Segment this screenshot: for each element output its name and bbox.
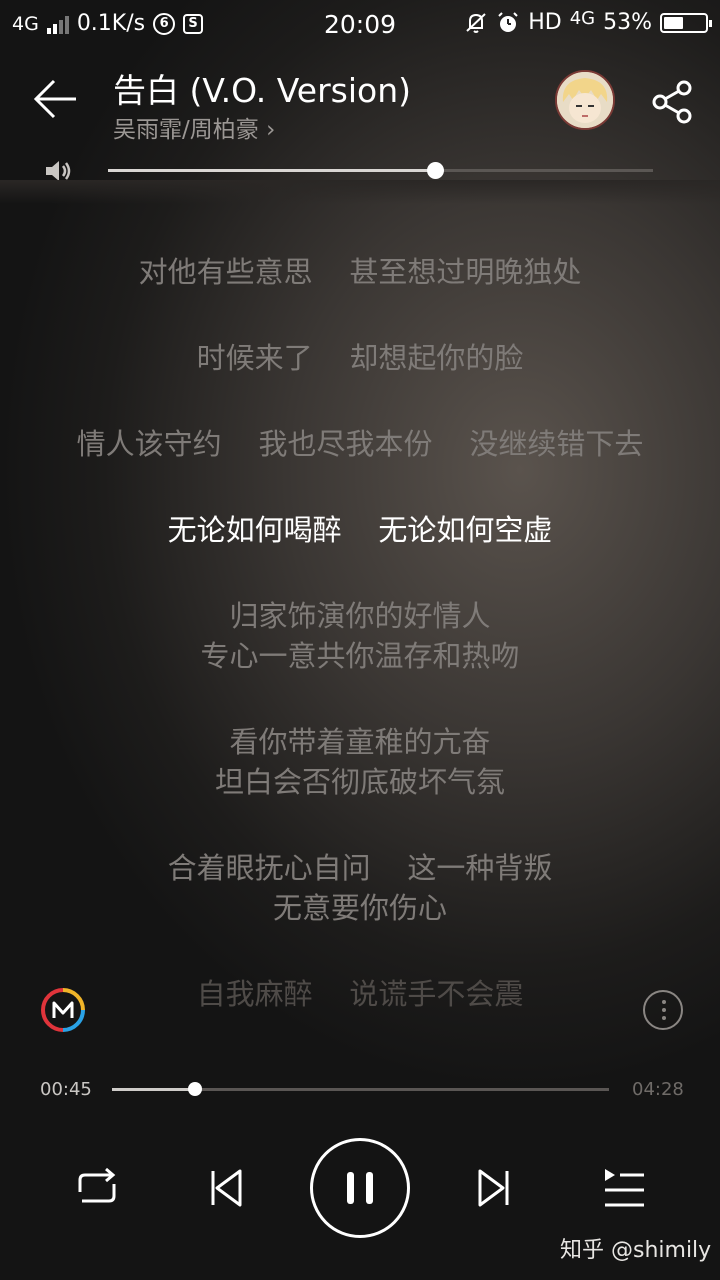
total-time: 04:28 [632, 1079, 684, 1100]
status-bar: 4G 0.1K/s 6 S 20:09 HD 4G 53% [0, 0, 720, 50]
artist-name: 吴雨霏/周柏豪 [113, 117, 259, 143]
lyric-line: 自我麻醉 说谎手不会震 [196, 977, 524, 1011]
volume-slider[interactable] [108, 162, 653, 179]
pause-icon [347, 1172, 373, 1204]
next-track-icon[interactable] [476, 1168, 512, 1208]
volume-fill [108, 169, 435, 172]
lyric-line: 归家饰演你的好情人 [229, 599, 491, 633]
current-time: 00:45 [40, 1079, 92, 1100]
lyric-line: 看你带着童稚的亢奋 [229, 725, 491, 759]
more-options-button[interactable] [643, 990, 683, 1030]
progress-knob[interactable] [188, 1082, 203, 1096]
chevron-right-icon: › [266, 117, 276, 143]
avatar-anime-icon [557, 72, 613, 128]
repeat-icon[interactable] [72, 1166, 122, 1210]
progress-slider[interactable] [112, 1082, 609, 1096]
watermark: 知乎 @shimily [560, 1238, 712, 1263]
lyric-line: 时候来了 却想起你的脸 [196, 341, 524, 375]
lyrics-panel[interactable]: 对他有些意思 甚至想过明晚独处 时候来了 却想起你的脸情人该守约 我也尽我本份 没… [0, 190, 720, 1020]
lyric-line: 对他有些意思 甚至想过明晚独处 [138, 255, 582, 289]
lyric-line: 无意要你伤心 [272, 891, 447, 925]
lyric-line: 情人该守约 我也尽我本份 没继续错下去 [76, 427, 644, 461]
hd-label: HD [528, 10, 562, 35]
lyrics-fade [0, 180, 720, 204]
previous-track-icon[interactable] [208, 1168, 244, 1208]
lyric-line-current: 无论如何喝醉 无论如何空虚 [167, 513, 553, 547]
battery-icon [660, 12, 712, 33]
volume-knob[interactable] [427, 162, 444, 179]
lyric-line: 专心一意共你温存和热吻 [200, 639, 520, 673]
artist-link[interactable]: 吴雨霏/周柏豪 › [113, 110, 275, 144]
song-title: 告白 (V.O. Version) [113, 71, 412, 110]
play-pause-button[interactable] [310, 1138, 410, 1238]
alarm-icon [498, 11, 518, 32]
back-arrow-icon[interactable] [30, 76, 80, 122]
mute-alert-icon [466, 12, 486, 33]
avatar[interactable] [555, 70, 615, 130]
battery-fill [664, 16, 684, 29]
battery-percent: 53% [603, 10, 652, 35]
playlist-icon[interactable] [602, 1166, 646, 1210]
lyric-line: 坦白会否彻底破坏气氛 [214, 765, 505, 799]
lyric-line: 合着眼抚心自问 这一种背叛 [167, 851, 553, 885]
progress-fill [112, 1088, 196, 1091]
status-right: HD 4G 53% [464, 8, 712, 35]
m-logo-icon[interactable] [40, 987, 86, 1033]
network-type-right: 4G [569, 8, 596, 29]
share-icon[interactable] [648, 78, 696, 126]
